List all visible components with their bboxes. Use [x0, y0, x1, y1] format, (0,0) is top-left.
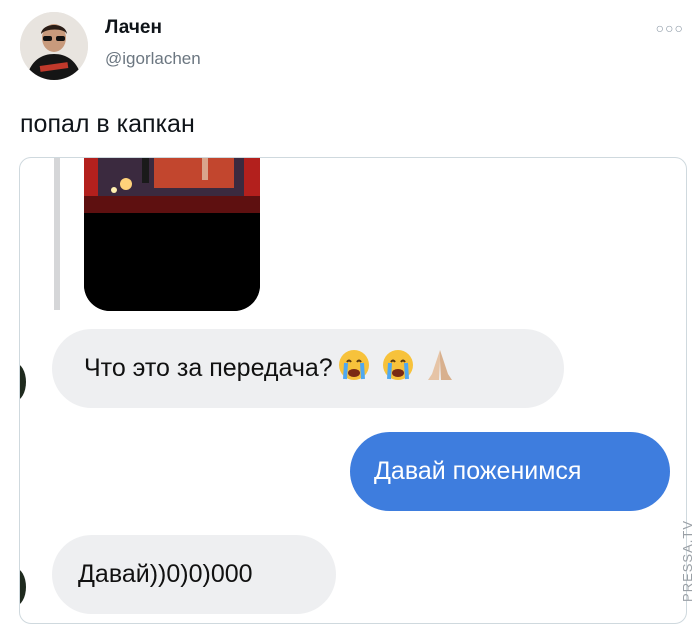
reply-quote-bar	[54, 158, 60, 310]
author-avatar[interactable]	[20, 12, 88, 80]
tweet-text: попал в капкан	[20, 110, 195, 138]
watermark: PRESSA.TV	[680, 520, 695, 602]
more-dots-icon[interactable]: ○○○	[656, 20, 684, 36]
contact-avatar	[20, 363, 26, 401]
crying-face-icon	[337, 348, 371, 389]
folded-hands-icon	[425, 348, 455, 389]
author-display-name[interactable]: Лачен	[105, 17, 162, 39]
author-handle[interactable]: @igorlachen	[105, 49, 201, 69]
outgoing-message-bubble[interactable]: Давай поженимся	[350, 432, 670, 511]
video-thumbnail[interactable]	[84, 158, 260, 311]
contact-avatar	[20, 568, 26, 606]
message-text: Давай поженимся	[374, 457, 582, 485]
message-text: Что это за передача?	[84, 354, 333, 382]
incoming-message-bubble[interactable]: Что это за передача?	[52, 329, 564, 408]
message-text: Давай))0)0)000	[78, 560, 253, 588]
incoming-message-bubble[interactable]: Давай))0)0)000	[52, 535, 336, 614]
tweet-media-image[interactable]: Что это за передача? Давай поженимся Дав…	[19, 157, 687, 624]
crying-face-icon	[381, 348, 415, 389]
